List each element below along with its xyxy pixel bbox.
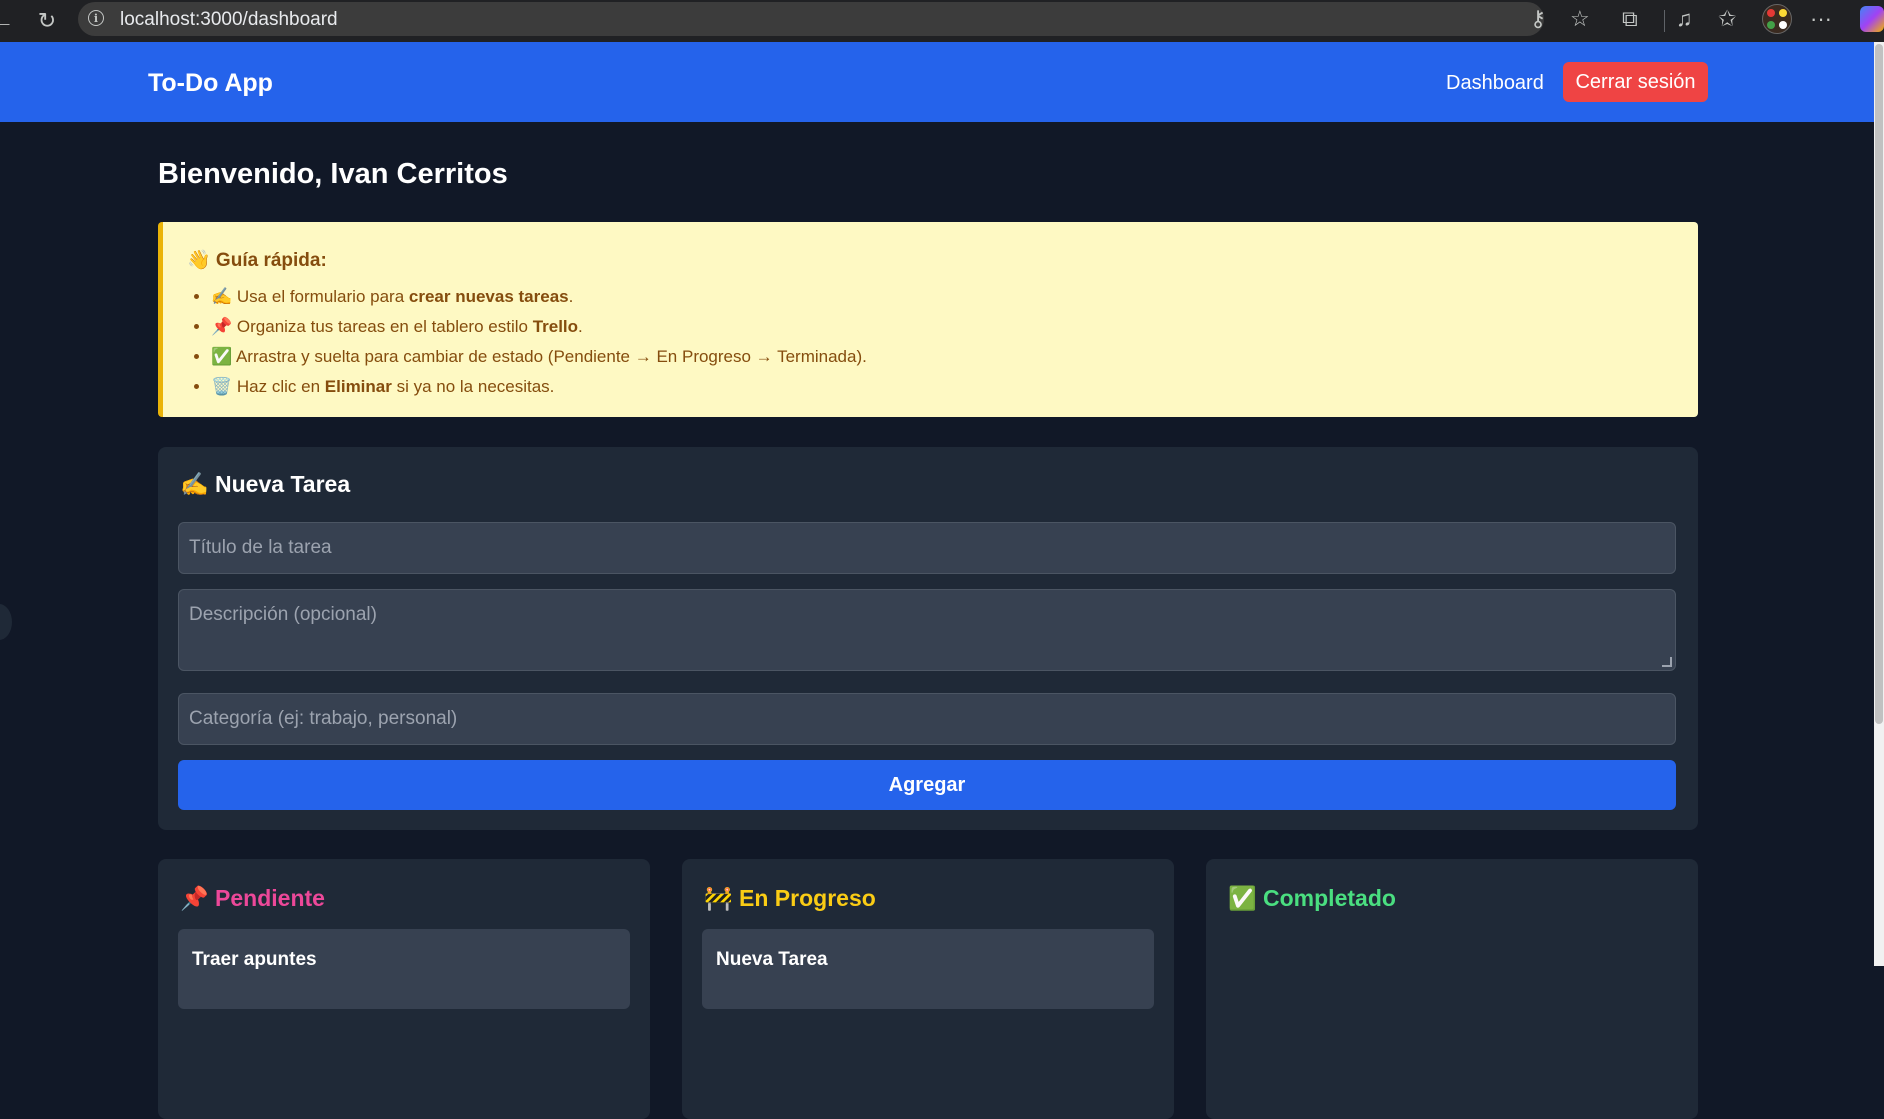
board-column: 📌 Pendiente Traer apuntes — [158, 859, 650, 1119]
more-icon[interactable]: ··· — [1810, 4, 1832, 34]
task-title-input[interactable]: Título de la tarea — [178, 522, 1676, 574]
guide-item-icon: 📌 — [211, 317, 233, 336]
guide-item-bold: Eliminar — [324, 377, 392, 396]
task-card[interactable]: Traer apuntes — [178, 929, 630, 1009]
browser-toolbar: ← ↻ i localhost:3000/dashboard ⚷ ☆ ⧉ ♫ ✩… — [0, 0, 1884, 42]
guide-item: 📌 Organiza tus tareas en el tablero esti… — [211, 312, 867, 342]
profile-avatar[interactable] — [1762, 4, 1792, 34]
task-card-title: Traer apuntes — [192, 949, 317, 970]
board-column: 🚧 En Progreso Nueva Tarea — [682, 859, 1174, 1119]
quick-guide: 👋 Guía rápida: ✍️ Usa el formulario para… — [158, 222, 1698, 417]
guide-item-text: Organiza tus tareas en el tablero estilo — [236, 317, 533, 336]
column-title: ✅ Completado — [1228, 885, 1396, 911]
column-title: 🚧 En Progreso — [704, 885, 876, 911]
guide-item-icon: ✅ — [211, 347, 233, 366]
info-icon[interactable]: i — [88, 10, 104, 26]
key-icon[interactable]: ⚷ — [1530, 6, 1546, 32]
task-card-title: Nueva Tarea — [716, 949, 828, 970]
guide-item-text: Arrastra y suelta para cambiar de estado… — [235, 347, 867, 366]
app-navbar: To-Do App Dashboard Cerrar sesión — [0, 42, 1874, 122]
star-icon[interactable]: ☆ — [1570, 6, 1590, 32]
dashboard-link[interactable]: Dashboard — [1446, 72, 1544, 95]
guide-item-text-end: si ya no la necesitas. — [391, 377, 555, 396]
task-category-input[interactable]: Categoría (ej: trabajo, personal) — [178, 693, 1676, 745]
task-card[interactable]: Nueva Tarea — [702, 929, 1154, 1009]
url-text[interactable]: localhost:3000/dashboard — [120, 9, 338, 31]
reload-icon[interactable]: ↻ — [32, 6, 62, 36]
copilot-icon[interactable] — [1860, 6, 1884, 32]
add-task-button[interactable]: Agregar — [178, 760, 1676, 810]
guide-item-text-end: . — [578, 317, 583, 336]
guide-item-icon: ✍️ — [211, 287, 233, 306]
toolbar-divider — [1664, 10, 1665, 32]
logout-button[interactable]: Cerrar sesión — [1563, 62, 1708, 102]
guide-item-text: Usa el formulario para — [236, 287, 409, 306]
extensions-icon[interactable]: ⧉ — [1622, 4, 1638, 34]
guide-list: ✍️ Usa el formulario para crear nuevas t… — [187, 282, 867, 402]
welcome-heading: Bienvenido, Ivan Cerritos — [158, 158, 508, 190]
form-title: ✍️ Nueva Tarea — [180, 471, 351, 497]
guide-item-icon: 🗑️ — [211, 377, 233, 396]
task-description-input[interactable]: Descripción (opcional) — [178, 589, 1676, 671]
guide-item-bold: Trello — [532, 317, 579, 336]
media-icon[interactable]: ♫ — [1676, 4, 1693, 34]
guide-item-text-end: . — [568, 287, 574, 306]
guide-item: ✅ Arrastra y suelta para cambiar de esta… — [211, 342, 867, 372]
guide-item-text: Haz clic en — [236, 377, 325, 396]
favorites-icon[interactable]: ✩ — [1718, 4, 1736, 34]
guide-item: 🗑️ Haz clic en Eliminar si ya no la nece… — [211, 372, 867, 402]
guide-title: 👋 Guía rápida: — [187, 250, 327, 271]
brand-logo[interactable]: To-Do App — [148, 69, 273, 98]
column-title: 📌 Pendiente — [180, 885, 325, 911]
address-bar[interactable]: i localhost:3000/dashboard ⚷ ☆ — [78, 2, 1590, 36]
guide-item: ✍️ Usa el formulario para crear nuevas t… — [211, 282, 867, 312]
side-handle[interactable] — [0, 604, 12, 640]
guide-item-bold: crear nuevas tareas — [408, 287, 569, 306]
back-arrow-icon[interactable]: ← — [0, 6, 18, 36]
board-column: ✅ Completado — [1206, 859, 1698, 1119]
resize-handle-icon[interactable] — [1662, 657, 1672, 667]
description-placeholder: Descripción (opcional) — [189, 604, 377, 625]
new-task-form: ✍️ Nueva Tarea Título de la tarea Descri… — [158, 447, 1698, 830]
scrollbar-thumb[interactable] — [1875, 44, 1883, 724]
